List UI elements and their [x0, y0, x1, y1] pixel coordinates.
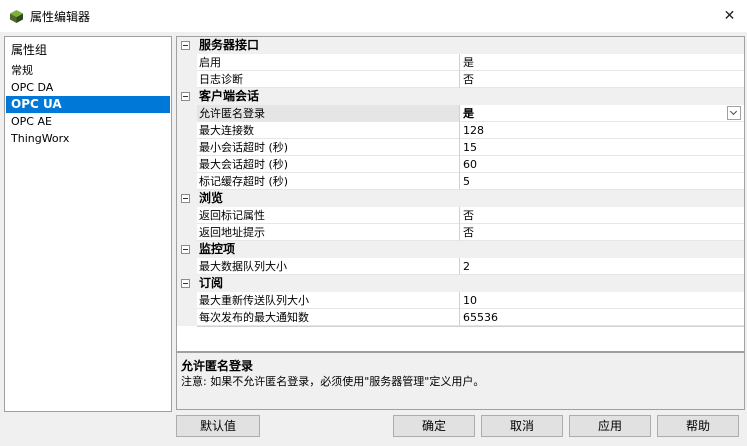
property-value[interactable]: 15: [460, 139, 744, 156]
property-value[interactable]: 是: [460, 54, 744, 71]
dropdown-value: 是: [463, 107, 474, 120]
property-name: 允许匿名登录: [197, 105, 460, 122]
help-button[interactable]: 帮助: [657, 415, 739, 437]
property-value-dropdown[interactable]: 是: [460, 105, 744, 122]
collapse-icon[interactable]: [181, 245, 190, 254]
property-name: 启用: [197, 54, 460, 71]
property-value[interactable]: 否: [460, 71, 744, 88]
property-name: 最大连接数: [197, 122, 460, 139]
category-label: 监控项: [199, 242, 236, 256]
property-row[interactable]: 返回标记属性 否: [177, 207, 744, 224]
app-icon: [10, 10, 23, 23]
category-server-interface[interactable]: 服务器接口: [177, 37, 744, 54]
property-name: 最大会话超时 (秒): [197, 156, 460, 173]
group-item-thingworx[interactable]: ThingWorx: [6, 130, 170, 147]
property-row-selected[interactable]: 允许匿名登录 是: [177, 105, 744, 122]
close-icon: ✕: [723, 8, 736, 24]
group-item-label: 常规: [11, 64, 33, 77]
group-item-opc-ua[interactable]: OPC UA: [6, 96, 170, 113]
property-name: 最小会话超时 (秒): [197, 139, 460, 156]
property-row[interactable]: 最大数据队列大小 2: [177, 258, 744, 275]
empty-grid-row: [197, 326, 744, 344]
group-item-label: ThingWorx: [11, 132, 70, 145]
collapse-icon[interactable]: [181, 92, 190, 101]
property-row[interactable]: 最大会话超时 (秒) 60: [177, 156, 744, 173]
property-name: 返回地址提示: [197, 224, 460, 241]
cancel-button[interactable]: 取消: [481, 415, 563, 437]
group-item-label: OPC AE: [11, 115, 52, 128]
property-groups-header: 属性组: [11, 43, 48, 57]
property-value[interactable]: 否: [460, 207, 744, 224]
category-label: 客户端会话: [199, 89, 260, 103]
property-grid: 服务器接口 启用 是 日志诊断 否 客户端会话 允许匿名登录 是 最大连接数 1…: [176, 36, 745, 352]
category-subscriptions[interactable]: 订阅: [177, 275, 744, 292]
property-value[interactable]: 否: [460, 224, 744, 241]
group-item-opc-da[interactable]: OPC DA: [6, 79, 170, 96]
property-value[interactable]: 5: [460, 173, 744, 190]
property-name: 返回标记属性: [197, 207, 460, 224]
property-name: 日志诊断: [197, 71, 460, 88]
category-label: 订阅: [199, 276, 224, 290]
description-text: 注意: 如果不允许匿名登录，必须使用"服务器管理"定义用户。: [181, 375, 485, 388]
description-title: 允许匿名登录: [181, 359, 254, 373]
property-value[interactable]: 128: [460, 122, 744, 139]
apply-button[interactable]: 应用: [569, 415, 651, 437]
category-label: 浏览: [199, 191, 224, 205]
property-name: 标记缓存超时 (秒): [197, 173, 460, 190]
property-row[interactable]: 返回地址提示 否: [177, 224, 744, 241]
property-row[interactable]: 最小会话超时 (秒) 15: [177, 139, 744, 156]
category-browsing[interactable]: 浏览: [177, 190, 744, 207]
property-name: 每次发布的最大通知数: [197, 309, 460, 326]
property-name: 最大数据队列大小: [197, 258, 460, 275]
collapse-icon[interactable]: [181, 279, 190, 288]
group-item-label: OPC DA: [11, 81, 54, 94]
property-value[interactable]: 60: [460, 156, 744, 173]
property-value[interactable]: 65536: [460, 309, 744, 326]
collapse-icon[interactable]: [181, 41, 190, 50]
window-title: 属性编辑器: [30, 10, 91, 24]
category-monitored-items[interactable]: 监控项: [177, 241, 744, 258]
group-item-label: OPC UA: [11, 97, 62, 111]
group-item-opc-ae[interactable]: OPC AE: [6, 113, 170, 130]
close-button[interactable]: ✕: [712, 0, 747, 32]
chevron-down-icon[interactable]: [727, 106, 741, 120]
property-groups-panel: 属性组 常规 OPC DA OPC UA OPC AE ThingWorx: [4, 36, 172, 412]
property-row[interactable]: 最大连接数 128: [177, 122, 744, 139]
property-row[interactable]: 每次发布的最大通知数 65536: [177, 309, 744, 326]
property-row[interactable]: 启用 是: [177, 54, 744, 71]
ok-button[interactable]: 确定: [393, 415, 475, 437]
title-bar: 属性编辑器 ✕: [0, 0, 747, 32]
defaults-button[interactable]: 默认值: [176, 415, 260, 437]
property-name: 最大重新传送队列大小: [197, 292, 460, 309]
property-value[interactable]: 10: [460, 292, 744, 309]
category-client-sessions[interactable]: 客户端会话: [177, 88, 744, 105]
property-row[interactable]: 最大重新传送队列大小 10: [177, 292, 744, 309]
property-row[interactable]: 日志诊断 否: [177, 71, 744, 88]
category-label: 服务器接口: [199, 38, 260, 52]
group-item-general[interactable]: 常规: [6, 62, 170, 79]
property-row[interactable]: 标记缓存超时 (秒) 5: [177, 173, 744, 190]
property-value[interactable]: 2: [460, 258, 744, 275]
collapse-icon[interactable]: [181, 194, 190, 203]
description-panel: 允许匿名登录 注意: 如果不允许匿名登录，必须使用"服务器管理"定义用户。: [176, 352, 745, 410]
